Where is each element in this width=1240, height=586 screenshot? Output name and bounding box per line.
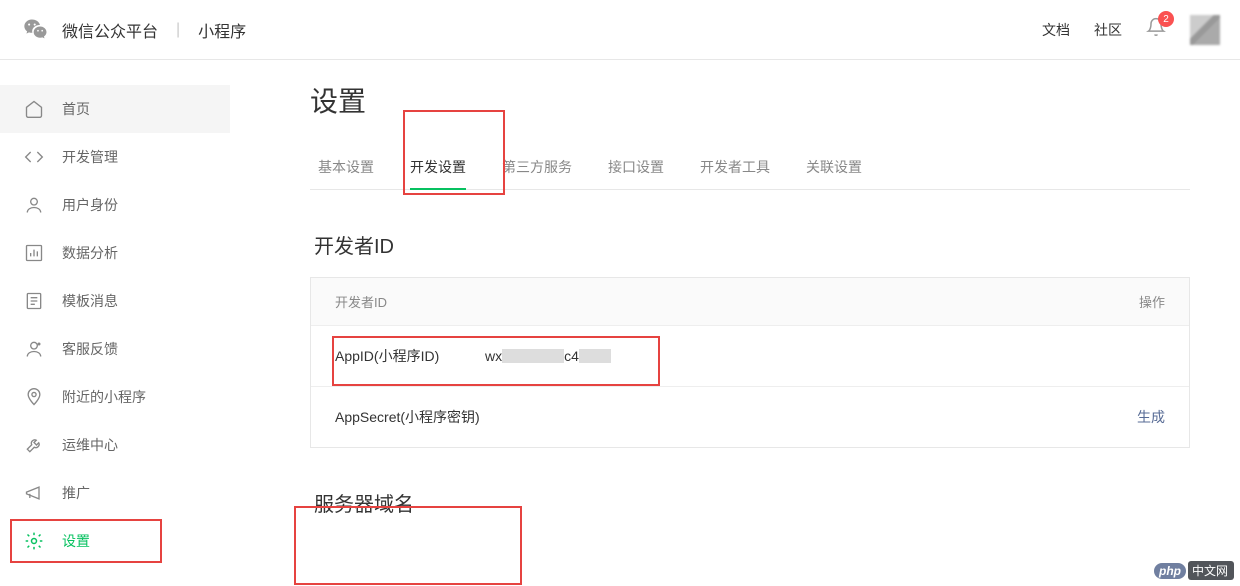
watermark: php 中文网 <box>1154 561 1234 580</box>
sidebar-item-label: 设置 <box>62 531 90 551</box>
tab-dev[interactable]: 开发设置 <box>410 145 466 189</box>
sidebar-item-label: 推广 <box>62 483 90 503</box>
sidebar-item-analytics[interactable]: 数据分析 <box>0 229 230 277</box>
sidebar-item-label: 附近的小程序 <box>62 387 146 407</box>
notifications-button[interactable]: 2 <box>1146 17 1166 42</box>
row-value: wxc4 <box>485 348 1105 364</box>
row-label: AppSecret(小程序密钥) <box>335 407 485 427</box>
wechat-logo-icon <box>20 14 52 46</box>
section-title-domain: 服务器域名 <box>310 488 1190 517</box>
template-icon <box>24 291 44 311</box>
generate-link[interactable]: 生成 <box>1137 409 1165 425</box>
tab-basic[interactable]: 基本设置 <box>318 145 374 189</box>
sidebar-item-promo[interactable]: 推广 <box>0 469 230 517</box>
sidebar-item-support[interactable]: 客服反馈 <box>0 325 230 373</box>
avatar[interactable] <box>1190 15 1220 45</box>
location-icon <box>24 387 44 407</box>
sidebar-item-label: 客服反馈 <box>62 339 118 359</box>
tab-thirdparty[interactable]: 第三方服务 <box>502 145 572 189</box>
home-icon <box>24 99 44 119</box>
row-label: AppID(小程序ID) <box>335 346 485 366</box>
code-icon <box>24 147 44 167</box>
tab-api[interactable]: 接口设置 <box>608 145 664 189</box>
col-action: 操作 <box>1105 292 1165 311</box>
sub-name: 小程序 <box>198 18 246 42</box>
link-community[interactable]: 社区 <box>1094 20 1122 40</box>
sidebar-item-home[interactable]: 首页 <box>0 85 230 133</box>
content: 设置 基本设置 开发设置 第三方服务 接口设置 开发者工具 关联设置 开发者ID… <box>230 60 1240 586</box>
sidebar-item-user[interactable]: 用户身份 <box>0 181 230 229</box>
wrench-icon <box>24 435 44 455</box>
logo-block: 微信公众平台 | 小程序 <box>20 14 246 46</box>
table-head: 开发者ID 操作 <box>311 278 1189 325</box>
watermark-site: 中文网 <box>1188 561 1234 580</box>
row-action: 生成 <box>1105 407 1165 427</box>
support-icon <box>24 339 44 359</box>
link-docs[interactable]: 文档 <box>1042 20 1070 40</box>
row-appid: AppID(小程序ID) wxc4 <box>311 325 1189 386</box>
tab-relation[interactable]: 关联设置 <box>806 145 862 189</box>
sidebar-item-label: 运维中心 <box>62 435 118 455</box>
sidebar: 首页 开发管理 用户身份 数据分析 模板消息 客服反馈 附近的小程序 运维中心 <box>0 60 230 586</box>
sidebar-item-ops[interactable]: 运维中心 <box>0 421 230 469</box>
header-right: 文档 社区 2 <box>1042 15 1220 45</box>
section-title-devid: 开发者ID <box>310 230 1190 259</box>
sidebar-item-settings[interactable]: 设置 <box>0 517 230 565</box>
row-appsecret: AppSecret(小程序密钥) 生成 <box>311 386 1189 447</box>
page-title: 设置 <box>310 80 1190 120</box>
watermark-brand: php <box>1154 563 1186 579</box>
col-id: 开发者ID <box>335 292 1105 311</box>
gear-icon <box>24 531 44 551</box>
tab-devtools[interactable]: 开发者工具 <box>700 145 770 189</box>
notification-badge: 2 <box>1158 11 1174 27</box>
sidebar-item-label: 用户身份 <box>62 195 118 215</box>
header: 微信公众平台 | 小程序 文档 社区 2 <box>0 0 1240 60</box>
sidebar-item-template[interactable]: 模板消息 <box>0 277 230 325</box>
sidebar-item-label: 开发管理 <box>62 147 118 167</box>
megaphone-icon <box>24 483 44 503</box>
sidebar-item-label: 模板消息 <box>62 291 118 311</box>
sidebar-item-label: 首页 <box>62 99 90 119</box>
chart-icon <box>24 243 44 263</box>
redacted-icon <box>579 349 611 363</box>
user-icon <box>24 195 44 215</box>
sidebar-item-label: 数据分析 <box>62 243 118 263</box>
platform-name: 微信公众平台 <box>62 18 158 42</box>
divider: | <box>176 21 180 39</box>
sidebar-item-dev[interactable]: 开发管理 <box>0 133 230 181</box>
tabs: 基本设置 开发设置 第三方服务 接口设置 开发者工具 关联设置 <box>310 145 1190 190</box>
redacted-icon <box>502 349 564 363</box>
section-devid: 开发者ID 操作 AppID(小程序ID) wxc4 AppSecret(小程序… <box>310 277 1190 448</box>
sidebar-item-nearby[interactable]: 附近的小程序 <box>0 373 230 421</box>
